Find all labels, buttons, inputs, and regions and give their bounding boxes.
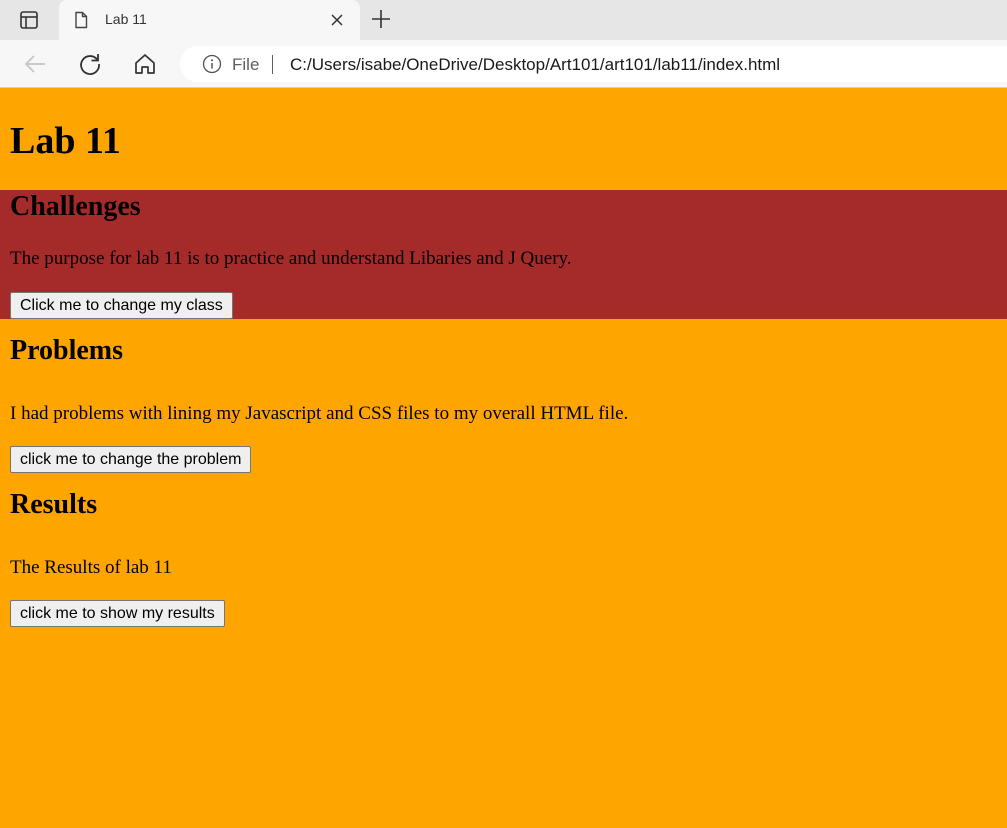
address-bar[interactable]: File C:/Users/isabe/OneDrive/Desktop/Art… [180, 46, 1007, 82]
problems-text: I had problems with lining my Javascript… [10, 403, 629, 424]
challenges-section: Challenges The purpose for lab 11 is to … [0, 190, 1007, 319]
results-heading: Results [10, 489, 98, 520]
problems-heading: Problems [10, 335, 124, 366]
results-section: Results The Results of lab 11 click me t… [0, 489, 1007, 629]
tab-title: Lab 11 [105, 11, 147, 27]
change-problem-button[interactable]: click me to change the problem [10, 446, 252, 473]
back-arrow-icon[interactable] [22, 51, 48, 77]
tab-actions-icon[interactable] [14, 7, 44, 33]
tab-strip: Lab 11 [0, 0, 1007, 40]
show-results-button[interactable]: click me to show my results [10, 600, 225, 627]
results-text: The Results of lab 11 [10, 557, 172, 578]
close-icon[interactable] [327, 10, 347, 30]
active-tab[interactable]: Lab 11 [59, 0, 360, 40]
challenges-heading: Challenges [10, 191, 141, 222]
browser-toolbar: File C:/Users/isabe/OneDrive/Desktop/Art… [0, 40, 1007, 88]
browser-window: Lab 11 File C:/Users/isabe/OneDrive/Desk… [0, 0, 1007, 828]
refresh-icon[interactable] [77, 51, 103, 77]
problems-section: Problems I had problems with lining my J… [0, 335, 1007, 475]
page-icon [71, 10, 91, 30]
info-icon[interactable] [202, 54, 222, 74]
url-text[interactable]: C:/Users/isabe/OneDrive/Desktop/Art101/a… [290, 55, 780, 75]
home-icon[interactable] [132, 51, 158, 77]
scheme-label: File [232, 55, 260, 74]
plus-icon[interactable] [368, 6, 394, 32]
page-viewport: Lab 11 Challenges The purpose for lab 11… [0, 89, 1007, 828]
change-class-button[interactable]: Click me to change my class [10, 292, 233, 319]
page-title: Lab 11 [10, 120, 121, 162]
address-divider [272, 55, 273, 74]
challenges-text: The purpose for lab 11 is to practice an… [10, 248, 572, 269]
